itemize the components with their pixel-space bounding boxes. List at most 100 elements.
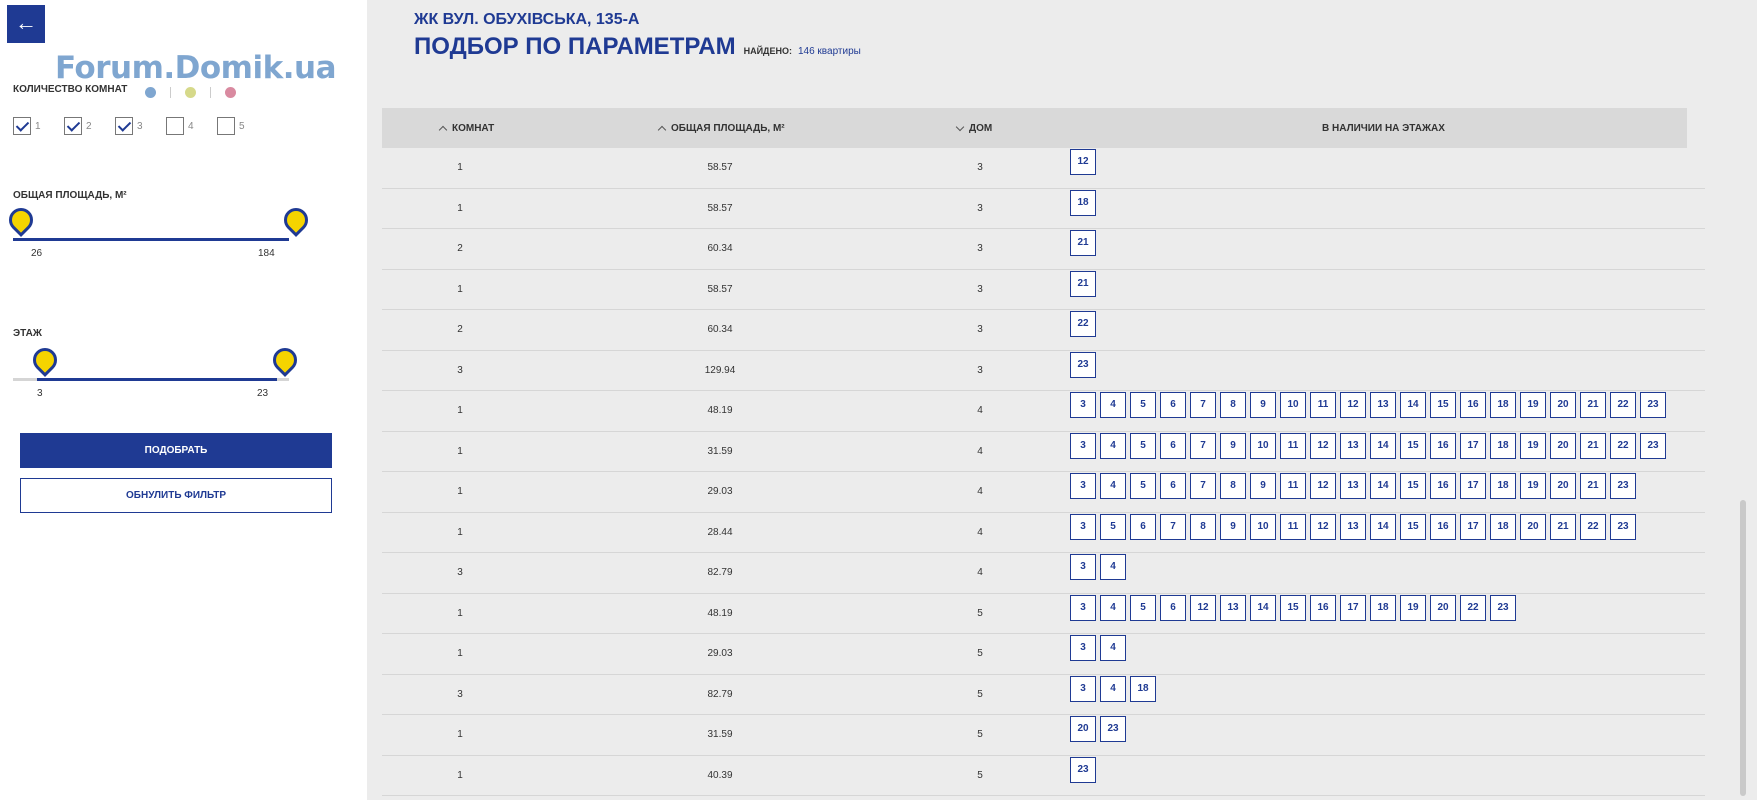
checkbox[interactable] bbox=[217, 117, 235, 135]
room-checkbox-1[interactable]: 1 bbox=[13, 117, 64, 135]
floor-button[interactable]: 10 bbox=[1250, 432, 1276, 459]
floor-button[interactable]: 18 bbox=[1070, 189, 1096, 216]
floor-button[interactable]: 21 bbox=[1580, 473, 1606, 499]
floor-button[interactable]: 18 bbox=[1490, 432, 1516, 459]
floor-button[interactable]: 16 bbox=[1430, 432, 1456, 459]
floor-button[interactable]: 19 bbox=[1520, 432, 1546, 459]
floor-button[interactable]: 11 bbox=[1280, 432, 1306, 459]
floor-button[interactable]: 23 bbox=[1610, 513, 1636, 540]
floor-button[interactable]: 9 bbox=[1250, 392, 1276, 418]
floor-button[interactable]: 20 bbox=[1550, 432, 1576, 459]
floor-button[interactable]: 22 bbox=[1610, 432, 1636, 459]
table-row[interactable]: 1 40.39 5 23 bbox=[382, 756, 1705, 796]
table-row[interactable]: 3 82.79 4 3 4 bbox=[382, 553, 1705, 594]
room-checkbox-2[interactable]: 2 bbox=[64, 117, 115, 135]
table-row[interactable]: 2 60.34 3 21 bbox=[382, 229, 1705, 270]
floor-button[interactable]: 3 bbox=[1070, 635, 1096, 661]
table-row[interactable]: 3 129.94 3 23 bbox=[382, 351, 1705, 391]
floor-button[interactable]: 7 bbox=[1190, 473, 1216, 499]
floor-button[interactable]: 23 bbox=[1640, 432, 1666, 459]
apply-filter-button[interactable]: ПОДОБРАТЬ bbox=[20, 433, 332, 468]
floor-button[interactable]: 6 bbox=[1160, 473, 1186, 499]
floor-button[interactable]: 6 bbox=[1160, 594, 1186, 621]
floor-button[interactable]: 12 bbox=[1070, 149, 1096, 175]
floor-button[interactable]: 17 bbox=[1460, 513, 1486, 540]
floor-button[interactable]: 21 bbox=[1580, 432, 1606, 459]
floor-button[interactable]: 16 bbox=[1460, 392, 1486, 418]
floor-button[interactable]: 3 bbox=[1070, 432, 1096, 459]
floor-button[interactable]: 5 bbox=[1130, 432, 1156, 459]
floor-button[interactable]: 8 bbox=[1190, 513, 1216, 540]
floor-button[interactable]: 4 bbox=[1100, 594, 1126, 621]
floor-button[interactable]: 3 bbox=[1070, 513, 1096, 540]
floor-max-handle[interactable] bbox=[268, 343, 302, 377]
floor-button[interactable]: 22 bbox=[1460, 594, 1486, 621]
floor-button[interactable]: 18 bbox=[1490, 473, 1516, 499]
floor-min-handle[interactable] bbox=[28, 343, 62, 377]
floor-button[interactable]: 13 bbox=[1340, 513, 1366, 540]
floor-button[interactable]: 15 bbox=[1400, 513, 1426, 540]
floor-button[interactable]: 14 bbox=[1250, 594, 1276, 621]
floor-button[interactable]: 6 bbox=[1130, 513, 1156, 540]
floor-button[interactable]: 22 bbox=[1070, 311, 1096, 337]
floor-button[interactable]: 10 bbox=[1280, 392, 1306, 418]
floor-button[interactable]: 15 bbox=[1280, 594, 1306, 621]
floor-button[interactable]: 12 bbox=[1310, 473, 1336, 499]
floor-button[interactable]: 13 bbox=[1370, 392, 1396, 418]
floor-button[interactable]: 18 bbox=[1370, 594, 1396, 621]
floor-button[interactable]: 9 bbox=[1220, 513, 1246, 540]
floor-button[interactable]: 20 bbox=[1520, 513, 1546, 540]
sort-house-header[interactable]: ДОМ bbox=[955, 122, 992, 134]
floor-button[interactable]: 7 bbox=[1190, 432, 1216, 459]
floor-button[interactable]: 3 bbox=[1070, 392, 1096, 418]
floor-slider-track[interactable] bbox=[37, 378, 277, 381]
floor-button[interactable]: 5 bbox=[1130, 594, 1156, 621]
floor-button[interactable]: 8 bbox=[1220, 473, 1246, 499]
floor-button[interactable]: 14 bbox=[1370, 513, 1396, 540]
checkbox[interactable] bbox=[115, 117, 133, 135]
floor-button[interactable]: 3 bbox=[1070, 594, 1096, 621]
sort-rooms-header[interactable]: КОМНАТ bbox=[438, 123, 494, 134]
floor-button[interactable]: 14 bbox=[1370, 432, 1396, 459]
table-row[interactable]: 1 31.59 5 20 23 bbox=[382, 715, 1705, 756]
table-row[interactable]: 1 58.57 3 12 bbox=[382, 148, 1705, 189]
table-row[interactable]: 1 29.03 4 3 4 5 6 7 8 9 11 12 13 14 15 16 17 18 19 20 21 23 bbox=[382, 472, 1705, 513]
floor-button[interactable]: 11 bbox=[1280, 473, 1306, 499]
checkbox[interactable] bbox=[166, 117, 184, 135]
floor-button[interactable]: 5 bbox=[1100, 513, 1126, 540]
floor-button[interactable]: 4 bbox=[1100, 635, 1126, 661]
floor-button[interactable]: 12 bbox=[1310, 513, 1336, 540]
floor-button[interactable]: 13 bbox=[1340, 473, 1366, 499]
floor-button[interactable]: 13 bbox=[1220, 594, 1246, 621]
floor-button[interactable]: 4 bbox=[1100, 554, 1126, 580]
floor-button[interactable]: 19 bbox=[1520, 392, 1546, 418]
floor-button[interactable]: 7 bbox=[1190, 392, 1216, 418]
floor-button[interactable]: 23 bbox=[1610, 473, 1636, 499]
floor-button[interactable]: 3 bbox=[1070, 554, 1096, 580]
room-checkbox-5[interactable]: 5 bbox=[217, 117, 268, 135]
floor-button[interactable]: 22 bbox=[1610, 392, 1636, 418]
reset-filter-button[interactable]: ОБНУЛИТЬ ФИЛЬТР bbox=[20, 478, 332, 513]
floor-button[interactable]: 21 bbox=[1550, 513, 1576, 540]
table-row[interactable]: 3 82.79 5 3 4 18 bbox=[382, 675, 1705, 715]
floor-button[interactable]: 14 bbox=[1400, 392, 1426, 418]
floor-button[interactable]: 12 bbox=[1190, 594, 1216, 621]
floor-button[interactable]: 16 bbox=[1310, 594, 1336, 621]
floor-button[interactable]: 15 bbox=[1400, 473, 1426, 499]
floor-button[interactable]: 23 bbox=[1070, 351, 1096, 378]
table-row[interactable]: 1 48.19 5 3 4 5 6 12 13 14 15 16 17 18 19 20 22 23 bbox=[382, 594, 1705, 634]
floor-button[interactable]: 23 bbox=[1100, 716, 1126, 742]
table-row[interactable]: 1 31.59 4 3 4 5 6 7 9 10 11 12 13 14 15 16 17 18 19 20 21 22 2… bbox=[382, 432, 1705, 472]
floor-button[interactable]: 11 bbox=[1280, 513, 1306, 540]
floor-button[interactable]: 23 bbox=[1640, 392, 1666, 418]
area-min-handle[interactable] bbox=[4, 203, 38, 237]
floor-button[interactable]: 21 bbox=[1580, 392, 1606, 418]
floor-button[interactable]: 23 bbox=[1490, 594, 1516, 621]
table-row[interactable]: 2 60.34 3 22 bbox=[382, 310, 1705, 351]
floor-button[interactable]: 17 bbox=[1460, 432, 1486, 459]
floor-button[interactable]: 19 bbox=[1520, 473, 1546, 499]
floor-button[interactable]: 8 bbox=[1220, 392, 1246, 418]
floor-button[interactable]: 18 bbox=[1490, 392, 1516, 418]
floor-button[interactable]: 21 bbox=[1070, 270, 1096, 297]
floor-button[interactable]: 17 bbox=[1460, 473, 1486, 499]
